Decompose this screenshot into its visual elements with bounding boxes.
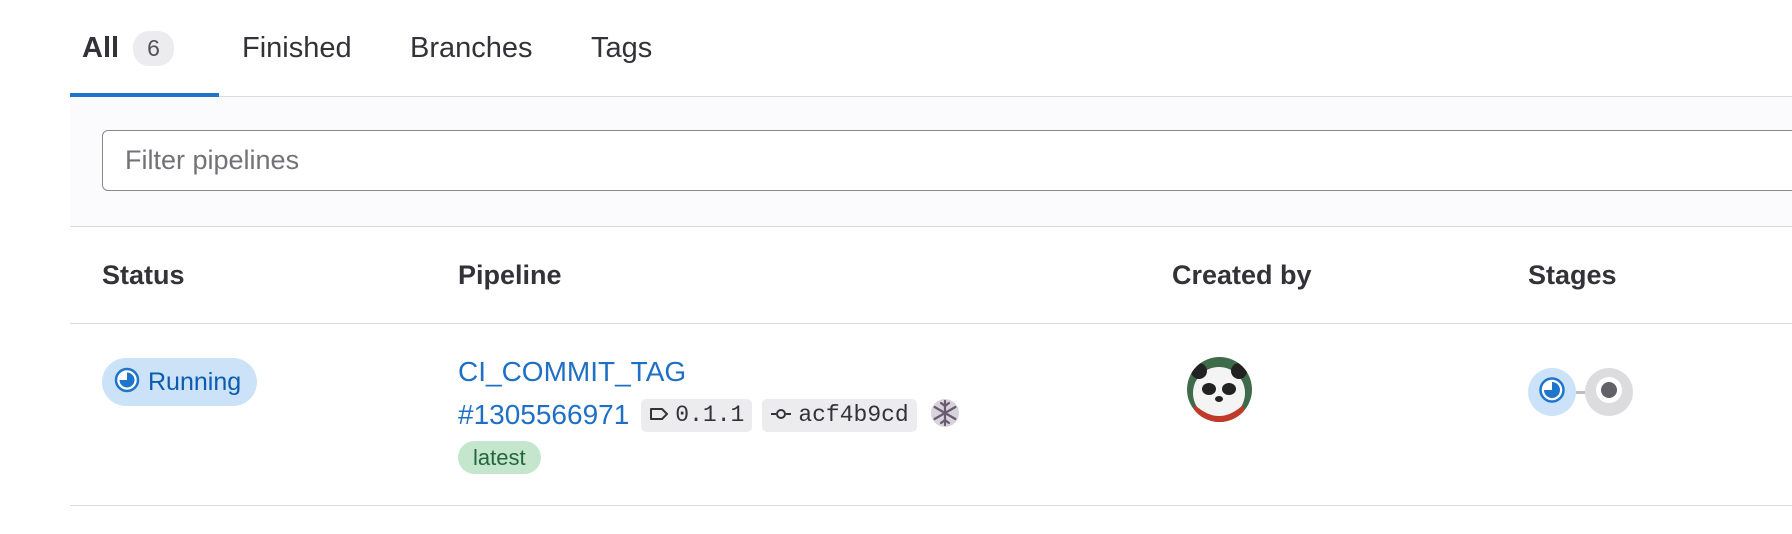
status-label: Running <box>148 367 242 396</box>
status-running-icon <box>114 367 140 398</box>
tab-tags[interactable]: Tags <box>591 0 652 97</box>
stage-running-button[interactable] <box>1528 368 1576 416</box>
filter-bar <box>70 97 1792 227</box>
table-header: Status Pipeline Created by Stages <box>70 227 1792 324</box>
column-header-created-by: Created by <box>1172 260 1312 290</box>
pipeline-id-line: #1305566971 0.1.1 acf4b9cd <box>458 397 961 433</box>
pipeline-tabs: All 6 Finished Branches Tags <box>70 0 1792 97</box>
ref-tag-label: 0.1.1 <box>675 402 745 428</box>
status-running-icon <box>1538 376 1566 409</box>
stage-connector <box>1576 390 1585 394</box>
latest-badge: latest <box>458 441 541 474</box>
snowflake-icon[interactable] <box>929 397 961 434</box>
pipeline-id-link[interactable]: #1305566971 <box>458 399 629 431</box>
commit-sha-label: acf4b9cd <box>798 402 909 428</box>
tab-tags-label: Tags <box>591 32 653 64</box>
status-created-icon <box>1594 375 1624 410</box>
pipeline-stages <box>1528 368 1633 416</box>
tab-branches-label: Branches <box>410 32 533 64</box>
tab-all[interactable]: All 6 <box>82 0 174 97</box>
ref-tag-chip[interactable]: 0.1.1 <box>641 398 753 432</box>
stage-created-button[interactable] <box>1585 368 1633 416</box>
tab-finished-label: Finished <box>242 32 352 64</box>
column-header-pipeline: Pipeline <box>458 260 562 290</box>
status-badge[interactable]: Running <box>102 358 258 406</box>
tab-all-count-badge: 6 <box>133 30 174 67</box>
commit-sha-chip[interactable]: acf4b9cd <box>762 398 917 432</box>
commit-icon <box>770 402 798 428</box>
column-header-stages: Stages <box>1528 260 1617 290</box>
avatar[interactable] <box>1187 357 1252 422</box>
filter-pipelines-input[interactable] <box>102 130 1792 191</box>
tab-all-label: All <box>82 32 120 64</box>
label-icon <box>649 402 675 428</box>
tab-finished[interactable]: Finished <box>242 0 352 97</box>
tab-branches[interactable]: Branches <box>410 0 533 97</box>
pipeline-title-link[interactable]: CI_COMMIT_TAG <box>458 356 686 388</box>
column-header-status: Status <box>102 260 185 290</box>
table-row: Running CI_COMMIT_TAG #1305566971 0.1.1 … <box>70 324 1792 506</box>
